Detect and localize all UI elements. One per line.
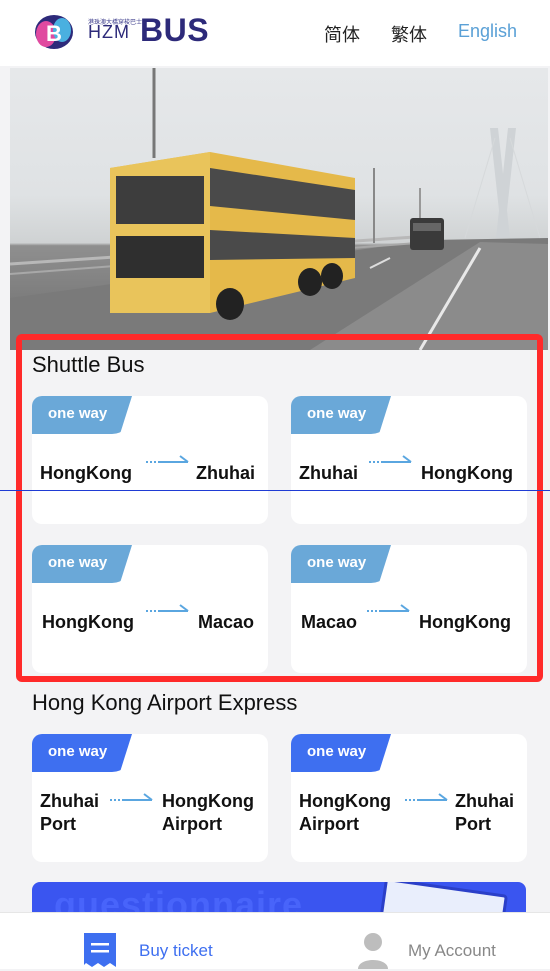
route-to-line1: Zhuhai — [455, 791, 514, 811]
route-from-line1: HongKong — [299, 791, 391, 811]
svg-text:B: B — [46, 21, 62, 46]
route-from-line1: Zhuhai — [40, 791, 99, 811]
one-way-tag: one way — [32, 734, 132, 772]
highlight-box — [16, 334, 543, 682]
lang-english[interactable]: English — [458, 21, 517, 42]
route-to-line1: HongKong — [162, 791, 254, 811]
route-to: Zhuhai Port — [455, 790, 514, 836]
route-from-line2: Airport — [299, 814, 359, 834]
route-card-zhuhai-port-hk-airport[interactable]: one way Zhuhai Port HongKong Airport — [32, 734, 268, 862]
ticket-icon — [84, 933, 116, 967]
header: B 港珠澳大橋穿梭巴士 HZM BUS 简体 繁体 English — [0, 0, 550, 66]
lang-simplified[interactable]: 简体 — [324, 21, 360, 47]
tab-buy-ticket-label: Buy ticket — [139, 941, 213, 960]
lang-traditional[interactable]: 繁体 — [391, 21, 427, 47]
tag-label: one way — [307, 743, 367, 760]
tag-label: one way — [48, 743, 108, 760]
route-to-line2: Airport — [162, 814, 222, 834]
tab-my-account-label: My Account — [408, 941, 496, 960]
one-way-tag: one way — [291, 734, 391, 772]
tab-my-account[interactable]: My Account — [356, 913, 516, 969]
route-to-line2: Port — [455, 814, 491, 834]
tab-buy-ticket[interactable]: Buy ticket — [82, 913, 242, 969]
logo-bus: BUS — [140, 12, 210, 48]
logo-hzm: HZM — [88, 22, 130, 42]
route-to: HongKong Airport — [162, 790, 254, 836]
bottom-tab-bar: Buy ticket My Account — [0, 912, 550, 969]
user-icon — [358, 933, 388, 969]
route-arrow-icon — [110, 793, 153, 801]
route-from: Zhuhai Port — [40, 790, 99, 836]
airport-express-title: Hong Kong Airport Express — [32, 690, 298, 715]
hzm-logo-icon: B — [34, 14, 74, 50]
route-from: HongKong Airport — [299, 790, 391, 836]
route-from-line2: Port — [40, 814, 76, 834]
hero-banner-image — [10, 68, 548, 350]
route-arrow-icon — [405, 793, 448, 801]
route-card-hk-airport-zhuhai-port[interactable]: one way HongKong Airport Zhuhai Port — [291, 734, 527, 862]
guide-line — [0, 490, 550, 491]
